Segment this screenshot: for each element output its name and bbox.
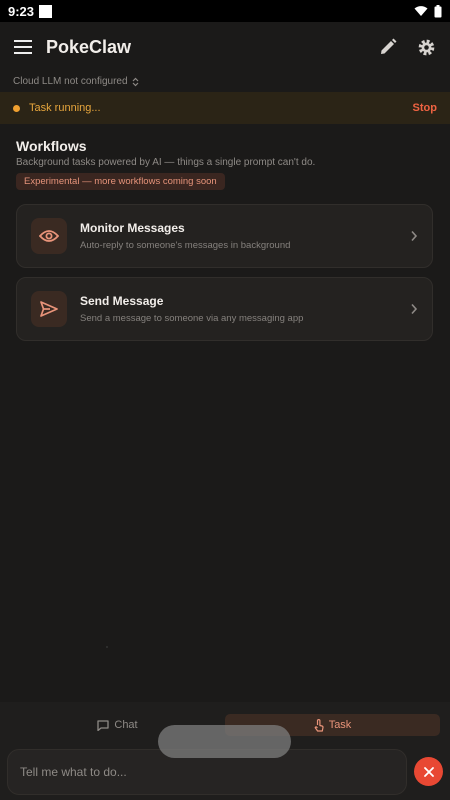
card-icon-container xyxy=(31,291,67,327)
eye-icon xyxy=(39,230,59,242)
workflows-subtitle: Background tasks powered by AI — things … xyxy=(16,157,316,168)
wifi-icon xyxy=(414,6,428,16)
running-indicator xyxy=(13,104,20,112)
edit-icon[interactable] xyxy=(379,38,397,56)
card-title: Monitor Messages xyxy=(80,221,185,235)
chevron-right-icon xyxy=(411,230,418,242)
workflow-card-send-message[interactable]: Send Message Send a message to someone v… xyxy=(16,277,433,341)
tab-label: Task xyxy=(328,719,352,731)
floating-overlay-pill[interactable] xyxy=(158,725,291,758)
settings-icon[interactable] xyxy=(417,38,436,57)
card-title: Send Message xyxy=(80,294,164,308)
llm-selector[interactable]: Cloud LLM not configured xyxy=(13,76,139,87)
task-status-text: Task running... xyxy=(29,102,101,114)
chevron-right-icon xyxy=(411,303,418,315)
card-subtitle: Send a message to someone via any messag… xyxy=(80,313,304,324)
status-icons xyxy=(414,4,442,18)
workflows-title: Workflows xyxy=(16,138,87,154)
close-icon xyxy=(423,766,434,777)
app-actions xyxy=(379,38,436,57)
touch-icon xyxy=(314,718,324,732)
notification-icon xyxy=(39,4,53,18)
status-bar: 9:23 xyxy=(0,0,450,22)
chat-icon xyxy=(97,719,110,731)
workflow-card-monitor-messages[interactable]: Monitor Messages Auto-reply to someone's… xyxy=(16,204,433,268)
task-banner: Task running... Stop xyxy=(0,92,450,124)
tab-label: Chat xyxy=(114,719,138,731)
stray-dot xyxy=(106,646,108,648)
cancel-button[interactable] xyxy=(414,757,443,786)
unfold-icon xyxy=(132,77,138,86)
app-title: PokeClaw xyxy=(46,36,132,57)
llm-selector-label: Cloud LLM not configured xyxy=(13,76,128,87)
app-bar: PokeClaw xyxy=(0,22,450,72)
send-icon xyxy=(40,301,58,317)
card-icon-container xyxy=(31,218,67,254)
card-subtitle: Auto-reply to someone's messages in back… xyxy=(80,240,291,251)
battery-icon xyxy=(434,4,442,17)
status-time: 9:23 xyxy=(8,3,35,19)
experimental-badge: Experimental — more workflows coming soo… xyxy=(16,173,225,190)
stop-button[interactable]: Stop xyxy=(413,102,437,114)
menu-icon[interactable] xyxy=(14,40,32,54)
